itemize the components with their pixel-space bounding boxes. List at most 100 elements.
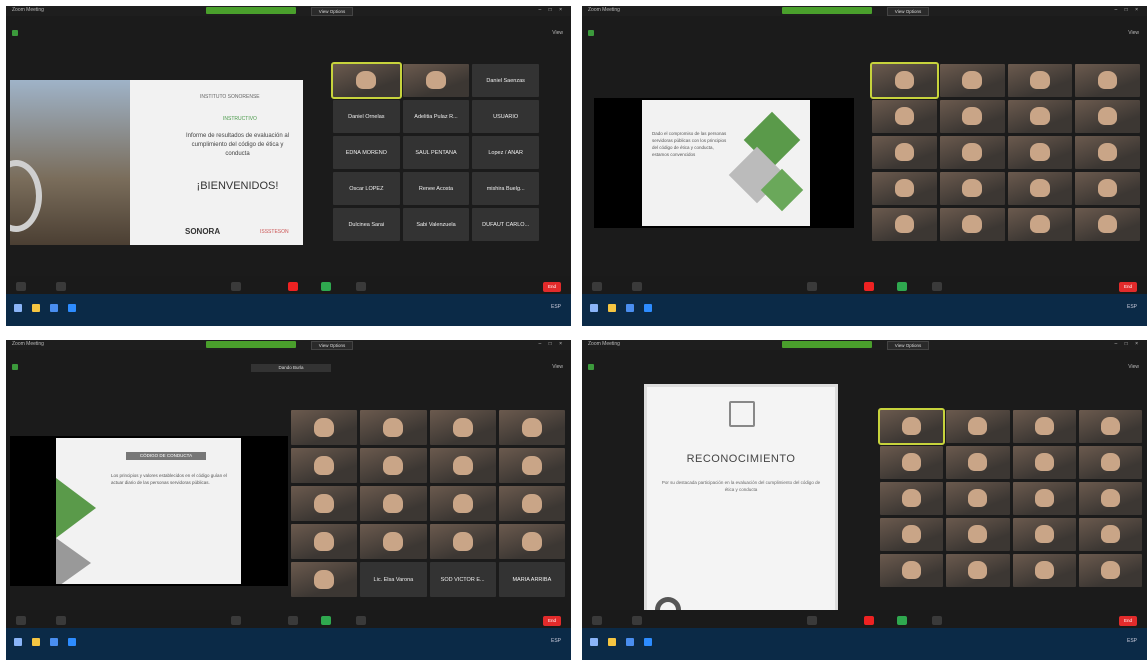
- participant-tile[interactable]: Dulcinea Sarai: [333, 208, 400, 241]
- participant-tile[interactable]: [1007, 208, 1073, 241]
- participant-tile[interactable]: mishira Buelg...: [472, 172, 539, 205]
- participant-tile[interactable]: [429, 448, 496, 483]
- video-button[interactable]: [56, 282, 66, 291]
- mute-button[interactable]: [592, 282, 602, 291]
- view-menu[interactable]: View: [552, 30, 563, 36]
- participant-tile[interactable]: [291, 524, 358, 559]
- end-meeting-button[interactable]: End: [1119, 282, 1137, 292]
- browser-icon[interactable]: [626, 638, 634, 646]
- participant-tile[interactable]: [498, 524, 565, 559]
- participant-tile[interactable]: [872, 100, 937, 133]
- participant-tile[interactable]: [1075, 64, 1140, 97]
- participant-tile[interactable]: [1007, 64, 1073, 97]
- participant-tile[interactable]: MARIA ARRIBA: [498, 562, 565, 597]
- participant-tile[interactable]: [331, 62, 402, 99]
- participant-tile[interactable]: [946, 518, 1010, 551]
- participant-tile[interactable]: [1075, 172, 1140, 205]
- security-shield-icon[interactable]: [12, 364, 18, 370]
- view-menu[interactable]: View: [552, 364, 563, 370]
- system-tray[interactable]: ESP: [551, 304, 561, 310]
- participant-tile[interactable]: [1007, 172, 1073, 205]
- chat-button[interactable]: [288, 616, 298, 625]
- participant-tile[interactable]: [872, 136, 937, 169]
- chat-button[interactable]: [864, 616, 874, 625]
- participant-tile[interactable]: [946, 410, 1010, 443]
- mute-button[interactable]: [16, 616, 26, 625]
- participant-tile[interactable]: [429, 524, 496, 559]
- view-options-button[interactable]: View Options: [311, 341, 353, 350]
- participant-tile[interactable]: Daniel Ornelas: [333, 100, 400, 133]
- browser-icon[interactable]: [50, 638, 58, 646]
- record-button[interactable]: [356, 282, 366, 291]
- participant-tile[interactable]: [946, 446, 1010, 479]
- participant-tile[interactable]: [872, 172, 937, 205]
- share-screen-button[interactable]: [897, 282, 907, 291]
- participant-tile[interactable]: [291, 562, 358, 597]
- security-shield-icon[interactable]: [588, 30, 594, 36]
- participant-tile[interactable]: [1078, 518, 1142, 551]
- record-button[interactable]: [932, 616, 942, 625]
- end-meeting-button[interactable]: End: [543, 616, 561, 626]
- window-controls[interactable]: – □ ×: [1115, 7, 1142, 13]
- participant-tile[interactable]: [939, 136, 1005, 169]
- share-screen-button[interactable]: [321, 282, 331, 291]
- participant-tile[interactable]: [360, 524, 427, 559]
- mute-button[interactable]: [592, 616, 602, 625]
- video-button[interactable]: [632, 282, 642, 291]
- zoom-icon[interactable]: [68, 638, 76, 646]
- participant-tile[interactable]: [1075, 136, 1140, 169]
- participant-tile[interactable]: [880, 554, 944, 587]
- participant-tile[interactable]: [1078, 410, 1142, 443]
- participant-tile[interactable]: [939, 172, 1005, 205]
- participant-tile[interactable]: [291, 486, 358, 521]
- participants-button[interactable]: [807, 282, 817, 291]
- participant-tile[interactable]: [939, 100, 1005, 133]
- view-menu[interactable]: View: [1128, 364, 1139, 370]
- participant-tile[interactable]: Daniel Saenzas: [472, 64, 539, 97]
- window-controls[interactable]: – □ ×: [539, 7, 566, 13]
- record-button[interactable]: [932, 282, 942, 291]
- browser-icon[interactable]: [50, 304, 58, 312]
- system-tray[interactable]: ESP: [1127, 304, 1137, 310]
- participant-tile[interactable]: [880, 446, 944, 479]
- participant-tile[interactable]: [877, 408, 946, 445]
- participant-tile[interactable]: [1075, 208, 1140, 241]
- chat-button[interactable]: [288, 282, 298, 291]
- participant-tile[interactable]: [1012, 446, 1076, 479]
- recording-banner[interactable]: [782, 7, 872, 14]
- participant-tile[interactable]: [1012, 482, 1076, 515]
- browser-icon[interactable]: [626, 304, 634, 312]
- participant-tile[interactable]: SOD VICTOR E...: [429, 562, 496, 597]
- participant-tile[interactable]: [402, 64, 470, 97]
- participant-tile[interactable]: USUARIO: [472, 100, 539, 133]
- participant-tile[interactable]: [429, 410, 496, 445]
- participant-tile[interactable]: [498, 410, 565, 445]
- participant-tile[interactable]: [1078, 554, 1142, 587]
- participant-tile[interactable]: DUFAUT CARLO...: [472, 208, 539, 241]
- system-tray[interactable]: ESP: [1127, 638, 1137, 644]
- security-shield-icon[interactable]: [588, 364, 594, 370]
- participant-tile[interactable]: EDNA MORENO: [333, 136, 400, 169]
- start-icon[interactable]: [590, 304, 598, 312]
- recording-banner[interactable]: [206, 341, 296, 348]
- participant-tile[interactable]: [1007, 136, 1073, 169]
- participant-tile[interactable]: SAUL PENTANA: [402, 136, 470, 169]
- record-button[interactable]: [356, 616, 366, 625]
- zoom-icon[interactable]: [644, 304, 652, 312]
- participants-button[interactable]: [231, 616, 241, 625]
- participant-tile[interactable]: [880, 518, 944, 551]
- folder-icon[interactable]: [32, 638, 40, 646]
- system-tray[interactable]: ESP: [551, 638, 561, 644]
- window-controls[interactable]: – □ ×: [1115, 341, 1142, 347]
- participant-tile[interactable]: [360, 448, 427, 483]
- folder-icon[interactable]: [608, 638, 616, 646]
- window-controls[interactable]: – □ ×: [539, 341, 566, 347]
- participants-button[interactable]: [231, 282, 241, 291]
- participant-tile[interactable]: [429, 486, 496, 521]
- participant-tile[interactable]: [1012, 410, 1076, 443]
- view-options-button[interactable]: View Options: [887, 341, 929, 350]
- start-icon[interactable]: [590, 638, 598, 646]
- participant-tile[interactable]: [1078, 446, 1142, 479]
- security-shield-icon[interactable]: [12, 30, 18, 36]
- recording-banner[interactable]: [206, 7, 296, 14]
